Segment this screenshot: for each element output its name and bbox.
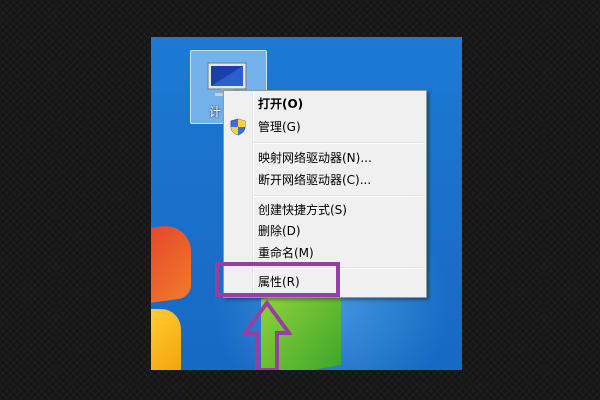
menu-separator — [254, 195, 423, 197]
windows-logo-red — [151, 222, 191, 303]
menu-separator — [254, 142, 423, 144]
menu-item-create-shortcut[interactable]: 创建快捷方式(S) — [258, 200, 347, 220]
menu-item-open[interactable]: 打开(O) — [258, 94, 303, 114]
menu-item-disconnect-network-drive[interactable]: 断开网络驱动器(C)... — [258, 170, 371, 190]
computer-icon-label: 计 — [209, 105, 222, 119]
up-arrow-icon — [242, 300, 292, 370]
menu-item-rename[interactable]: 重命名(M) — [258, 243, 314, 263]
menu-item-map-network-drive[interactable]: 映射网络驱动器(N)... — [258, 148, 372, 168]
menu-item-manage[interactable]: 管理(G) — [258, 117, 301, 137]
menu-item-delete[interactable]: 删除(D) — [258, 221, 301, 241]
properties-highlight-box — [215, 262, 340, 297]
uac-shield-icon — [230, 118, 246, 136]
windows-logo-yellow — [151, 309, 181, 370]
